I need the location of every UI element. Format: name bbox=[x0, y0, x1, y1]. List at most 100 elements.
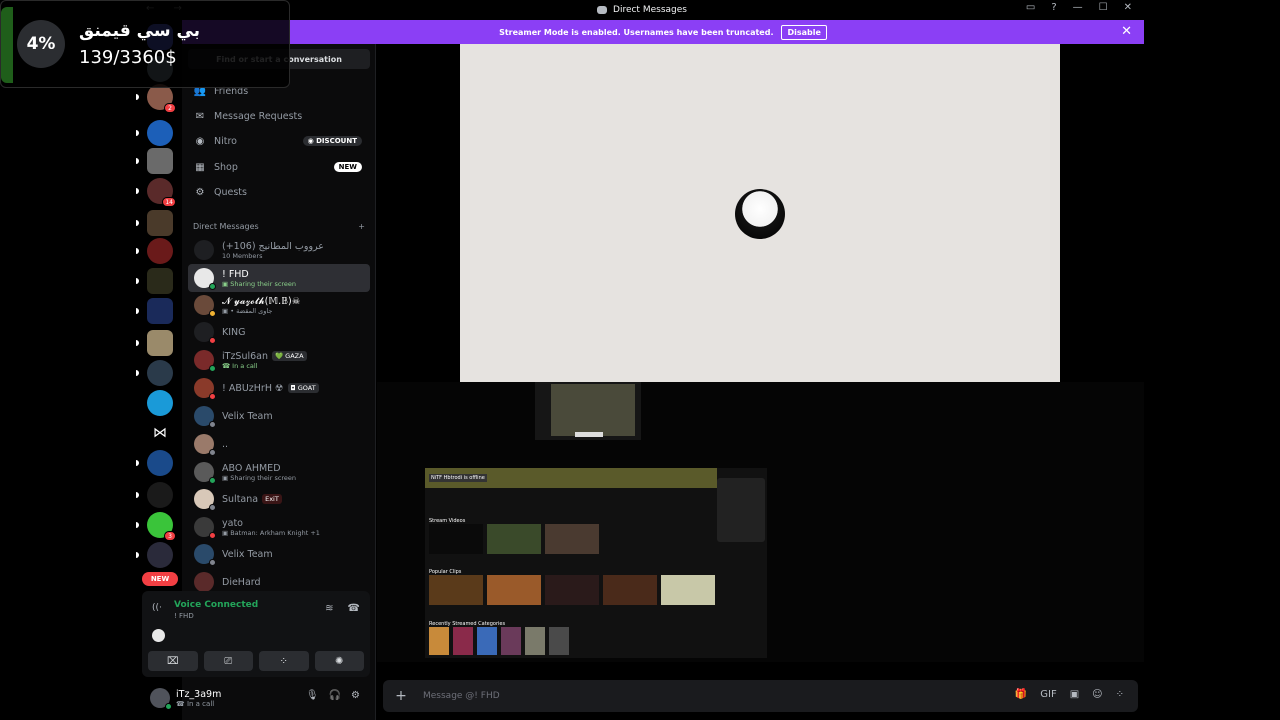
headphones-icon[interactable]: 🎧 bbox=[329, 690, 341, 701]
dm-item[interactable]: Sultana ExiT bbox=[188, 485, 370, 513]
voice-actions: ⌧ ⎚ ⁘ ✺ bbox=[148, 651, 364, 671]
server-icon[interactable] bbox=[147, 298, 173, 324]
mention-badge: 3 bbox=[164, 531, 176, 541]
help-icon[interactable]: ? bbox=[1051, 2, 1056, 13]
server-icon[interactable] bbox=[147, 542, 173, 568]
disable-button[interactable]: Disable bbox=[781, 24, 827, 40]
minimize-button[interactable]: — bbox=[1073, 2, 1083, 13]
nav-nitro[interactable]: ◉ Nitro ◉ DISCOUNT bbox=[188, 130, 370, 152]
shared-category bbox=[549, 627, 569, 655]
user-avatar[interactable] bbox=[150, 688, 172, 710]
signal-icon[interactable]: ((· bbox=[152, 603, 166, 617]
dm-item[interactable]: yato ▣ Batman: Arkham Knight +1 bbox=[188, 513, 370, 541]
nav-message-requests[interactable]: ✉ Message Requests bbox=[188, 105, 370, 127]
screen-share-view[interactable]: NiTF Hbtrodi is offline Stream Videos Po… bbox=[377, 382, 1144, 662]
main-content: NiTF Hbtrodi is offline Stream Videos Po… bbox=[377, 44, 1144, 720]
dm-name: ! FHD bbox=[222, 268, 249, 280]
unread-pip bbox=[136, 188, 139, 194]
server-icon[interactable] bbox=[147, 390, 173, 416]
close-icon[interactable]: ✕ bbox=[1121, 24, 1132, 39]
dm-name: ! ABUzHrH ☢ bbox=[222, 382, 284, 394]
overlay-title: بي سي قيمنق bbox=[79, 21, 201, 41]
dm-item[interactable]: 𝓝 𝔂𝓪𝔃𝓸𝓽𝓱(𝕄.𝔹)☠ ▣ • جاوى المقضة bbox=[188, 291, 370, 319]
screen-share-button[interactable]: ⎚ bbox=[203, 651, 253, 671]
dm-item[interactable]: عرووب المطانيج (106+) 10 Members bbox=[188, 236, 370, 264]
server-icon[interactable] bbox=[147, 210, 173, 236]
gif-icon[interactable]: GIF bbox=[1040, 689, 1056, 700]
call-view[interactable] bbox=[460, 44, 1060, 382]
shared-thumb bbox=[545, 524, 599, 554]
nav-quests[interactable]: ⚙ Quests bbox=[188, 181, 370, 203]
shared-thumb bbox=[487, 524, 541, 554]
apps-icon[interactable]: ⁘ bbox=[1116, 689, 1124, 700]
app-window: 4% بي سي قيمنق 139/3360$ ← → Direct Mess… bbox=[0, 0, 1280, 720]
dm-item[interactable]: KING bbox=[188, 318, 370, 346]
dm-item[interactable]: ! ABUzHrH ☢ ◘ GOAT bbox=[188, 374, 370, 402]
voice-channel[interactable]: ! FHD bbox=[174, 612, 194, 620]
shared-category bbox=[429, 627, 449, 655]
user-info[interactable]: iTz_3a9m ☎ In a call bbox=[176, 689, 221, 708]
dm-item[interactable]: Velix Team bbox=[188, 402, 370, 430]
server-icon[interactable]: 14 bbox=[147, 178, 176, 207]
dm-item[interactable]: .. bbox=[188, 430, 370, 458]
gift-icon[interactable]: 🎁 bbox=[1015, 689, 1027, 700]
guild-tag: ◘ GOAT bbox=[287, 383, 319, 393]
nitro-icon: ◉ bbox=[195, 135, 205, 147]
server-icon[interactable] bbox=[147, 238, 173, 264]
participant-avatar[interactable] bbox=[735, 189, 785, 239]
dm-item[interactable]: Velix Team bbox=[188, 540, 370, 568]
server-icon[interactable] bbox=[147, 450, 173, 476]
server-icon[interactable] bbox=[147, 360, 173, 386]
avatar bbox=[194, 572, 214, 592]
activities-button[interactable]: ⁘ bbox=[259, 651, 309, 671]
noise-suppression-icon[interactable]: ≋ bbox=[325, 603, 333, 614]
add-attachment-button[interactable]: + bbox=[393, 688, 409, 704]
server-icon[interactable] bbox=[147, 148, 173, 174]
dm-sub: 10 Members bbox=[222, 251, 263, 260]
message-input[interactable] bbox=[423, 691, 923, 701]
mention-badge: 2 bbox=[164, 103, 176, 113]
discount-badge: ◉ DISCOUNT bbox=[302, 136, 362, 146]
unread-pip bbox=[136, 552, 139, 558]
unread-pip bbox=[136, 460, 139, 466]
dm-sub: ▣ Sharing their screen bbox=[222, 279, 297, 288]
dm-name: .. bbox=[222, 438, 229, 450]
sticker-icon[interactable]: ▣ bbox=[1070, 689, 1079, 700]
dm-name: 𝓝 𝔂𝓪𝔃𝓸𝓽𝓱(𝕄.𝔹)☠ bbox=[222, 295, 301, 307]
dm-name: Sultana bbox=[222, 493, 259, 505]
dm-item[interactable]: ABO AHMED ▣ Sharing their screen bbox=[188, 458, 370, 486]
soundboard-button[interactable]: ✺ bbox=[314, 651, 364, 671]
dm-item[interactable]: iTzSul6an 💚 GAZA ☎ In a call bbox=[188, 346, 370, 374]
unread-pip bbox=[136, 94, 139, 100]
create-dm-button[interactable]: + bbox=[358, 222, 365, 231]
server-icon[interactable] bbox=[147, 120, 173, 146]
server-icon[interactable]: ⋈ bbox=[147, 420, 173, 446]
dm-sub: ▣ • جاوى المقضة bbox=[222, 306, 273, 315]
server-icon[interactable] bbox=[147, 330, 173, 356]
close-window-button[interactable]: ✕ bbox=[1124, 2, 1132, 13]
dm-sub: ☎ In a call bbox=[222, 361, 258, 370]
settings-icon[interactable]: ⚙ bbox=[351, 690, 360, 701]
emoji-icon[interactable]: ☺ bbox=[1092, 689, 1102, 700]
server-icon[interactable] bbox=[147, 268, 173, 294]
server-icon[interactable]: 3 bbox=[147, 512, 176, 541]
status-dot bbox=[209, 337, 216, 344]
camera-button[interactable]: ⌧ bbox=[148, 651, 198, 671]
dm-header-label: Direct Messages bbox=[193, 222, 259, 231]
maximize-button[interactable]: ☐ bbox=[1099, 2, 1108, 13]
nav-shop[interactable]: ▦ Shop NEW bbox=[188, 156, 370, 178]
unread-pip bbox=[136, 278, 139, 284]
microphone-icon[interactable]: 🎙 bbox=[306, 690, 319, 701]
shared-category bbox=[453, 627, 473, 655]
dm-name: iTzSul6an bbox=[222, 350, 269, 362]
user-controls: 🎙 🎧 ⚙ bbox=[306, 690, 360, 701]
disconnect-icon[interactable]: ☎ bbox=[348, 603, 360, 614]
avatar bbox=[194, 489, 216, 511]
shared-thumb bbox=[429, 575, 483, 605]
server-icon[interactable] bbox=[147, 482, 173, 508]
dm-item-active[interactable]: ! FHD ▣ Sharing their screen bbox=[188, 264, 370, 292]
composer-icons: 🎁 GIF ▣ ☺ ⁘ bbox=[1015, 689, 1124, 700]
inbox-icon[interactable]: ▭ bbox=[1026, 2, 1035, 13]
new-servers-pill[interactable]: NEW bbox=[142, 572, 178, 586]
envelope-icon: ✉ bbox=[195, 110, 205, 122]
